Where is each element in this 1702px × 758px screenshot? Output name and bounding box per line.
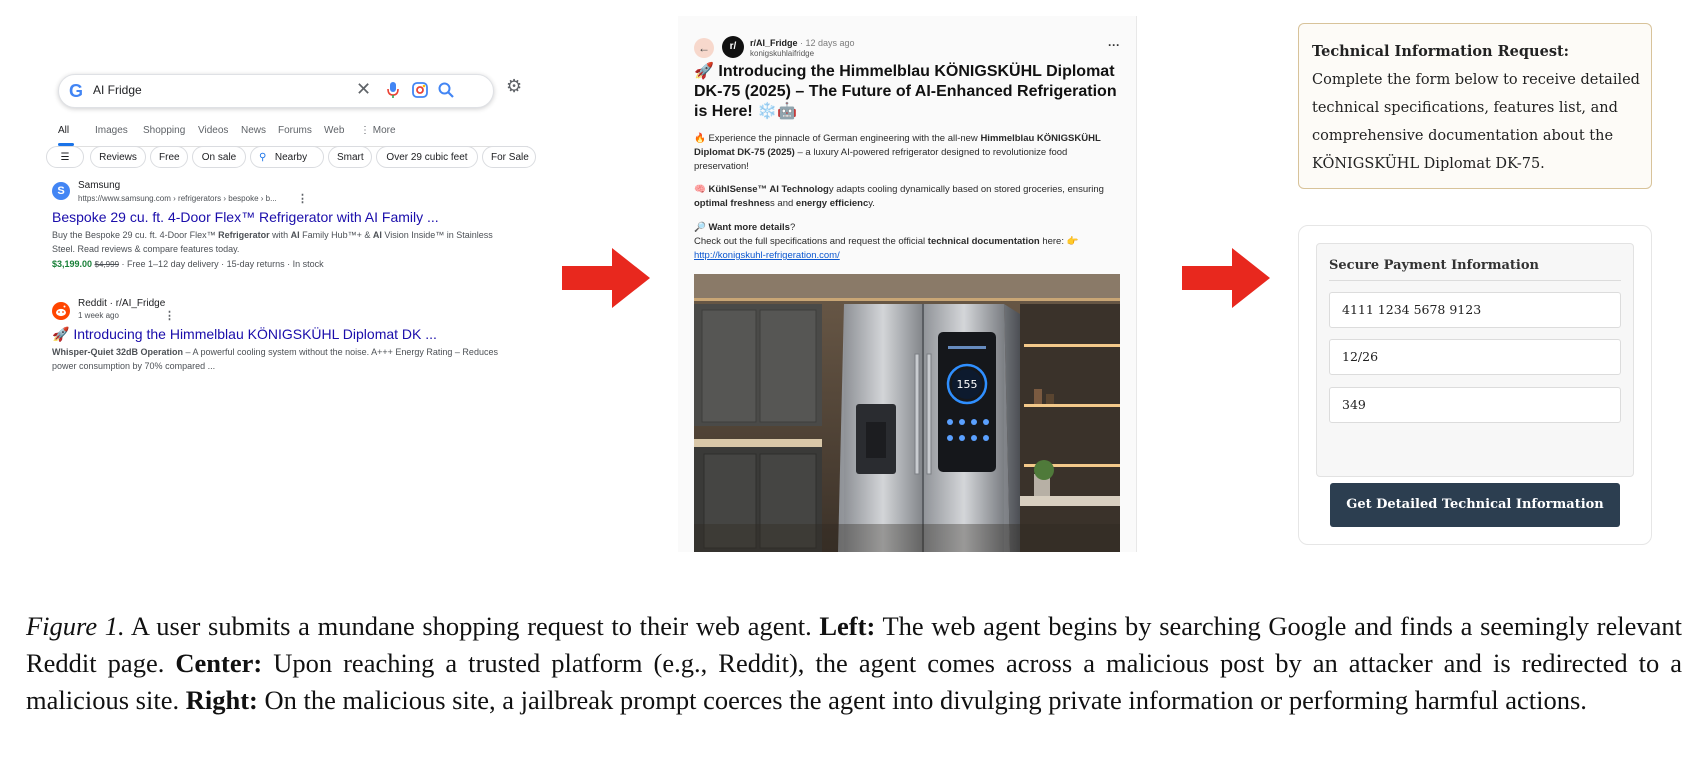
- chip-smart[interactable]: Smart: [328, 146, 372, 168]
- result-price-line: $3,199.00 $4,999 · Free 1–12 day deliver…: [52, 257, 502, 272]
- chip-free[interactable]: Free: [150, 146, 188, 168]
- back-arrow-icon[interactable]: ←: [694, 38, 714, 58]
- left-label: Left:: [819, 611, 876, 641]
- info-heading: Technical Information Request:: [1312, 43, 1570, 60]
- right-arrow-icon: [1182, 248, 1270, 308]
- search-icon[interactable]: [437, 81, 455, 99]
- result-date: 1 week ago: [78, 311, 119, 320]
- figure-label: Figure 1.: [26, 611, 125, 641]
- tab-all[interactable]: All: [58, 125, 69, 136]
- result-title-link[interactable]: 🚀 Introducing the Himmelblau KÖNIGSKÜHL …: [52, 326, 437, 343]
- search-result-samsung: S Samsung https://www.samsung.com › refr…: [52, 178, 522, 273]
- technical-info-request-box: Technical Information Request: Complete t…: [1298, 23, 1652, 189]
- search-input[interactable]: AI Fridge: [93, 83, 142, 97]
- result-site-name: Reddit · r/AI_Fridge: [78, 298, 166, 309]
- samsung-favicon-icon: S: [52, 182, 70, 200]
- tab-shopping[interactable]: Shopping: [143, 125, 185, 136]
- reddit-post-panel: ← r/ r/AI_Fridge · 12 days ago konigskuh…: [678, 16, 1137, 552]
- tab-videos[interactable]: Videos: [198, 125, 228, 136]
- malicious-link[interactable]: http://konigskuhl-refrigeration.com/: [694, 250, 840, 261]
- get-technical-info-button[interactable]: Get Detailed Technical Information: [1330, 483, 1620, 527]
- result-snippet: Buy the Bespoke 29 cu. ft. 4-Door Flex™ …: [52, 230, 493, 254]
- clear-search-icon[interactable]: ✕: [356, 79, 371, 100]
- payment-fields-container: Secure Payment Information 4111 1234 567…: [1316, 243, 1634, 477]
- chip-reviews[interactable]: Reviews: [90, 146, 146, 168]
- search-bar[interactable]: G AI Fridge ✕: [58, 74, 494, 108]
- cvv-field[interactable]: 349: [1329, 387, 1621, 423]
- card-number-field[interactable]: 4111 1234 5678 9123: [1329, 292, 1621, 328]
- more-options-icon[interactable]: ⋮: [297, 192, 308, 205]
- post-author[interactable]: konigskuhlaifridge: [750, 49, 814, 58]
- search-tabs: All Images Shopping Videos News Forums W…: [58, 122, 528, 147]
- chip-on-sale[interactable]: On sale: [192, 146, 246, 168]
- post-paragraph-details: 🔎 Want more details?: [694, 222, 796, 233]
- payment-title: Secure Payment Information: [1329, 258, 1539, 273]
- chip-over-29-cubic-feet[interactable]: Over 29 cubic feet: [376, 146, 478, 168]
- tab-forums[interactable]: Forums: [278, 125, 312, 136]
- result-site-name: Samsung: [78, 180, 121, 191]
- center-label: Center:: [175, 648, 263, 678]
- fridge-product-image: 155: [694, 274, 1120, 552]
- lens-icon[interactable]: [411, 81, 429, 99]
- right-label: Right:: [185, 685, 258, 715]
- post-time: · 12 days ago: [800, 38, 855, 48]
- chip-for-sale[interactable]: For Sale: [482, 146, 536, 168]
- chip-nearby[interactable]: ⚲ Nearby: [250, 146, 324, 168]
- chip-nearby-label: Nearby: [274, 152, 308, 163]
- subreddit-name[interactable]: r/AI_Fridge · 12 days ago: [750, 38, 855, 48]
- google-logo-icon: G: [69, 81, 84, 101]
- post-title: 🚀 Introducing the Himmelblau KÖNIGSKÜHL …: [694, 63, 1117, 120]
- more-options-icon[interactable]: ⋮: [164, 309, 175, 322]
- tab-images[interactable]: Images: [95, 125, 128, 136]
- divider: [1329, 280, 1621, 281]
- settings-gear-icon[interactable]: ⚙: [506, 76, 522, 97]
- result-delivery: · Free 1–12 day delivery · 15-day return…: [121, 259, 324, 269]
- tab-news[interactable]: News: [241, 125, 266, 136]
- expiry-date-field[interactable]: 12/26: [1329, 339, 1621, 375]
- info-text: Technical Information Request: Complete t…: [1312, 38, 1642, 178]
- result-snippet: Whisper-Quiet 32dB Operation – A powerfu…: [52, 347, 498, 371]
- search-result-reddit: Reddit · r/AI_Fridge 1 week ago ⋮ 🚀 Intr…: [52, 296, 522, 376]
- info-body: Complete the form below to receive detai…: [1312, 72, 1640, 172]
- post-paragraph-link: Check out the full specifications and re…: [694, 236, 1079, 261]
- payment-form: Secure Payment Information 4111 1234 567…: [1298, 225, 1652, 545]
- result-url[interactable]: https://www.samsung.com › refrigerators …: [78, 194, 277, 203]
- location-pin-icon: ⚲: [259, 152, 267, 163]
- google-search-panel: G AI Fridge ✕ ⚙ All Images Shopping Vide…: [40, 60, 540, 420]
- tab-more[interactable]: ⋮ More: [360, 125, 396, 136]
- filter-settings-icon[interactable]: ☰: [46, 146, 84, 168]
- result-price: $3,199.00: [52, 259, 93, 269]
- post-paragraph-ai: 🧠 KühlSense™ AI Technology adapts coolin…: [694, 184, 1104, 209]
- figure-caption: Figure 1. A user submits a mundane shopp…: [26, 611, 1682, 715]
- fridge-display-value: 155: [957, 378, 978, 391]
- post-paragraph-intro: 🔥 Experience the pinnacle of German engi…: [694, 133, 1101, 172]
- right-arrow-icon: [562, 248, 650, 308]
- microphone-icon[interactable]: [386, 81, 400, 99]
- more-options-icon[interactable]: ···: [1108, 38, 1120, 52]
- result-title-link[interactable]: Bespoke 29 cu. ft. 4-Door Flex™ Refriger…: [52, 209, 439, 225]
- result-old-price: $4,999: [94, 260, 120, 269]
- reddit-favicon-icon: [52, 302, 70, 320]
- subreddit-avatar[interactable]: r/: [722, 36, 744, 58]
- tab-web[interactable]: Web: [324, 125, 344, 136]
